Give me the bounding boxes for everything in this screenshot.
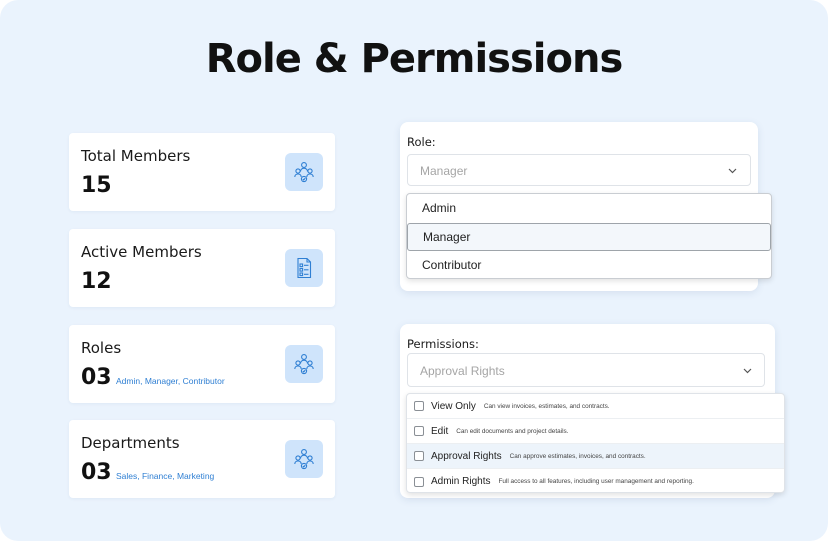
stat-value: 12 (81, 269, 112, 294)
stat-note: Sales, Finance, Marketing (116, 471, 215, 481)
permission-name: Edit (431, 425, 449, 437)
permission-option-view-only[interactable]: View Only Can view invoices, estimates, … (407, 394, 784, 419)
stat-card-total-members: Total Members 15 (69, 133, 335, 211)
permission-description: Full access to all features, including u… (498, 478, 694, 485)
permission-name: Admin Rights (431, 476, 491, 487)
canvas: Role & Permissions Total Members 15 Acti… (0, 0, 828, 541)
role-option-admin[interactable]: Admin (407, 194, 771, 223)
stat-value: 03 (81, 365, 112, 390)
stat-card-active-members: Active Members 12 (69, 229, 335, 307)
permission-description: Can approve estimates, invoices, and con… (509, 452, 646, 460)
team-icon (285, 440, 323, 478)
stat-card-roles: Roles 03 Admin, Manager, Contributor (69, 325, 335, 403)
stat-title: Departments (81, 434, 180, 452)
permission-description: Can edit documents and project details. (456, 427, 569, 435)
permissions-select-value: Approval Rights (420, 364, 505, 378)
role-label: Role: (407, 135, 436, 149)
checkbox[interactable] (414, 451, 424, 461)
stat-value: 15 (81, 173, 112, 198)
stat-value: 03 (81, 460, 112, 485)
stat-title: Roles (81, 339, 122, 357)
role-option-manager[interactable]: Manager (407, 222, 771, 251)
stat-note: Admin, Manager, Contributor (116, 376, 225, 386)
checkbox[interactable] (414, 401, 424, 411)
role-dropdown-menu: Admin Manager Contributor (406, 193, 772, 279)
chevron-down-icon (728, 168, 737, 174)
page-title: Role & Permissions (205, 36, 624, 82)
stat-card-departments: Departments 03 Sales, Finance, Marketing (69, 420, 335, 498)
permission-description: Can view invoices, estimates, and contra… (483, 402, 610, 410)
stat-title: Total Members (81, 147, 191, 165)
stat-title: Active Members (81, 243, 202, 261)
role-option-contributor[interactable]: Contributor (407, 251, 771, 278)
team-icon (285, 153, 323, 191)
checkbox[interactable] (414, 426, 424, 436)
checkbox[interactable] (414, 476, 424, 487)
permissions-select[interactable]: Approval Rights (407, 353, 765, 387)
permission-name: View Only (431, 400, 476, 412)
chevron-down-icon (743, 368, 752, 374)
permissions-label: Permissions: (407, 337, 479, 351)
permission-option-approval-rights[interactable]: Approval Rights Can approve estimates, i… (407, 444, 784, 469)
permissions-dropdown-menu: View Only Can view invoices, estimates, … (406, 393, 785, 493)
permission-name: Approval Rights (431, 450, 502, 462)
checklist-icon (285, 249, 323, 287)
role-select-value: Manager (420, 164, 468, 178)
permission-option-edit[interactable]: Edit Can edit documents and project deta… (407, 419, 784, 444)
permission-option-admin-rights[interactable]: Admin Rights Full access to all features… (407, 469, 784, 492)
role-select[interactable]: Manager (407, 154, 751, 186)
team-icon (285, 345, 323, 383)
